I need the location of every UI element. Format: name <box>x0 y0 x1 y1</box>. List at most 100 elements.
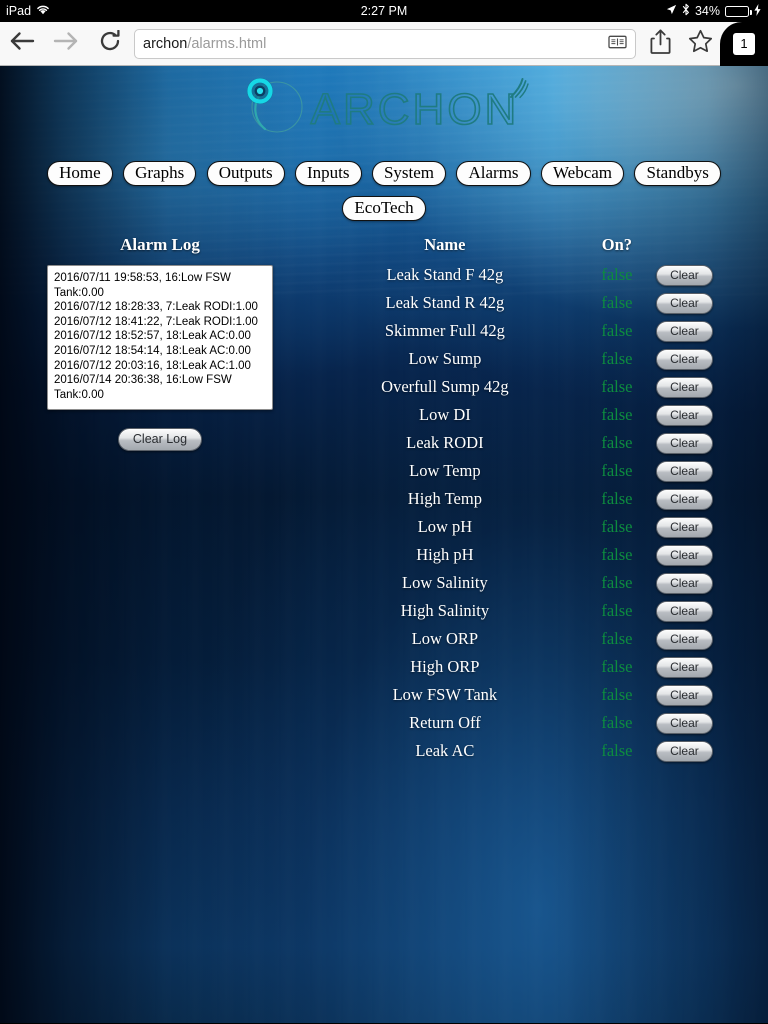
alarm-name-cell: Leak RODI <box>312 429 578 457</box>
alarm-state-value: false <box>578 541 656 569</box>
browser-toolbar: archon/alarms.html 1 <box>0 22 768 66</box>
alarm-action-cell: Clear <box>656 261 768 289</box>
alarm-state-value: false <box>578 289 656 317</box>
table-row: Low SalinityfalseClear <box>312 569 768 597</box>
alarm-action-cell: Clear <box>656 737 768 765</box>
back-arrow-icon <box>9 30 35 57</box>
column-header-action <box>656 235 768 261</box>
lightning-bolt-icon <box>754 4 761 19</box>
clear-alarm-button[interactable]: Clear <box>656 293 713 314</box>
alarm-name-cell: Skimmer Full 42g <box>312 317 578 345</box>
forward-button[interactable] <box>44 22 88 66</box>
nav-item-system[interactable]: System <box>372 161 446 186</box>
reload-button[interactable] <box>88 22 132 66</box>
clear-alarm-button[interactable]: Clear <box>656 433 713 454</box>
alarm-state-value: false <box>578 653 656 681</box>
alarm-state-value: false <box>578 457 656 485</box>
alarm-state-value: false <box>578 737 656 765</box>
battery-icon <box>725 6 749 17</box>
clear-alarm-button[interactable]: Clear <box>656 321 713 342</box>
status-bar-right: 34% <box>666 0 761 22</box>
nav-item-graphs[interactable]: Graphs <box>123 161 196 186</box>
alarm-state-value: false <box>578 597 656 625</box>
clear-alarm-button[interactable]: Clear <box>656 349 713 370</box>
nav-item-webcam[interactable]: Webcam <box>541 161 624 186</box>
nav-item-alarms[interactable]: Alarms <box>456 161 530 186</box>
nav-item-home[interactable]: Home <box>47 161 113 186</box>
clear-alarm-button[interactable]: Clear <box>656 545 713 566</box>
clear-log-button[interactable]: Clear Log <box>118 428 202 451</box>
clear-alarm-button[interactable]: Clear <box>656 517 713 538</box>
alarm-name-cell: Low pH <box>312 513 578 541</box>
column-header-on: On? <box>578 235 656 261</box>
table-row: Leak ACfalseClear <box>312 737 768 765</box>
alarm-state-value: false <box>578 569 656 597</box>
clear-alarm-button[interactable]: Clear <box>656 713 713 734</box>
table-row: High ORPfalseClear <box>312 653 768 681</box>
alarm-action-cell: Clear <box>656 709 768 737</box>
alarm-action-cell: Clear <box>656 429 768 457</box>
alarm-action-cell: Clear <box>656 569 768 597</box>
clear-alarm-button[interactable]: Clear <box>656 601 713 622</box>
nav-item-outputs[interactable]: Outputs <box>207 161 285 186</box>
table-row: Leak RODIfalseClear <box>312 429 768 457</box>
alarm-action-cell: Clear <box>656 597 768 625</box>
nav-item-ecotech[interactable]: EcoTech <box>342 196 425 221</box>
table-row: Low pHfalseClear <box>312 513 768 541</box>
clear-alarm-button[interactable]: Clear <box>656 377 713 398</box>
alarm-action-cell: Clear <box>656 541 768 569</box>
alarm-log-panel: Alarm Log 2016/07/11 19:58:53, 16:Low FS… <box>0 235 300 451</box>
alarm-name-cell: Low ORP <box>312 625 578 653</box>
back-button[interactable] <box>0 22 44 66</box>
clear-alarm-button[interactable]: Clear <box>656 461 713 482</box>
table-row: Low ORPfalseClear <box>312 625 768 653</box>
reader-view-icon[interactable] <box>608 34 627 53</box>
alarm-action-cell: Clear <box>656 625 768 653</box>
alarm-state-value: false <box>578 345 656 373</box>
alarm-name-cell: Leak Stand F 42g <box>312 261 578 289</box>
alarm-state-value: false <box>578 681 656 709</box>
alarm-action-cell: Clear <box>656 681 768 709</box>
clear-alarm-button[interactable]: Clear <box>656 657 713 678</box>
bookmarks-button[interactable] <box>680 22 720 66</box>
clear-alarm-button[interactable]: Clear <box>656 265 713 286</box>
clear-alarm-button[interactable]: Clear <box>656 489 713 510</box>
archon-logo[interactable]: ARCHON <box>239 74 530 141</box>
table-row: High TempfalseClear <box>312 485 768 513</box>
tab-count-badge: 1 <box>733 33 755 55</box>
nav-item-standbys[interactable]: Standbys <box>634 161 720 186</box>
clear-alarm-button[interactable]: Clear <box>656 629 713 650</box>
alarm-name-cell: Low FSW Tank <box>312 681 578 709</box>
table-row: High SalinityfalseClear <box>312 597 768 625</box>
share-button[interactable] <box>640 22 680 66</box>
alarm-name-cell: Return Off <box>312 709 578 737</box>
main-content: Alarm Log 2016/07/11 19:58:53, 16:Low FS… <box>0 229 768 765</box>
clear-alarm-button[interactable]: Clear <box>656 741 713 762</box>
alarm-table-panel: Name On? Leak Stand F 42gfalseClearLeak … <box>300 235 768 765</box>
table-row: Low FSW TankfalseClear <box>312 681 768 709</box>
address-bar[interactable]: archon/alarms.html <box>134 29 636 59</box>
alarm-state-value: false <box>578 625 656 653</box>
clear-alarm-button[interactable]: Clear <box>656 405 713 426</box>
alarm-name-cell: Low Salinity <box>312 569 578 597</box>
alarm-action-cell: Clear <box>656 345 768 373</box>
alarm-name-cell: High Salinity <box>312 597 578 625</box>
table-row: Low DIfalseClear <box>312 401 768 429</box>
archon-eye-logo-icon <box>239 74 309 141</box>
alarm-state-value: false <box>578 261 656 289</box>
clear-alarm-button[interactable]: Clear <box>656 685 713 706</box>
nav-item-inputs[interactable]: Inputs <box>295 161 362 186</box>
alarm-log-title: Alarm Log <box>20 235 300 255</box>
site-header: ARCHON <box>0 66 768 141</box>
alarm-state-value: false <box>578 485 656 513</box>
alarm-state-value: false <box>578 401 656 429</box>
alarm-action-cell: Clear <box>656 317 768 345</box>
table-row: Return OfffalseClear <box>312 709 768 737</box>
alarm-action-cell: Clear <box>656 401 768 429</box>
tab-overview-button[interactable]: 1 <box>720 22 768 66</box>
column-header-name: Name <box>312 235 578 261</box>
alarm-table: Name On? Leak Stand F 42gfalseClearLeak … <box>312 235 768 765</box>
alarm-log-textarea[interactable]: 2016/07/11 19:58:53, 16:Low FSW Tank:0.0… <box>47 265 273 410</box>
clear-alarm-button[interactable]: Clear <box>656 573 713 594</box>
location-arrow-icon <box>666 4 677 18</box>
